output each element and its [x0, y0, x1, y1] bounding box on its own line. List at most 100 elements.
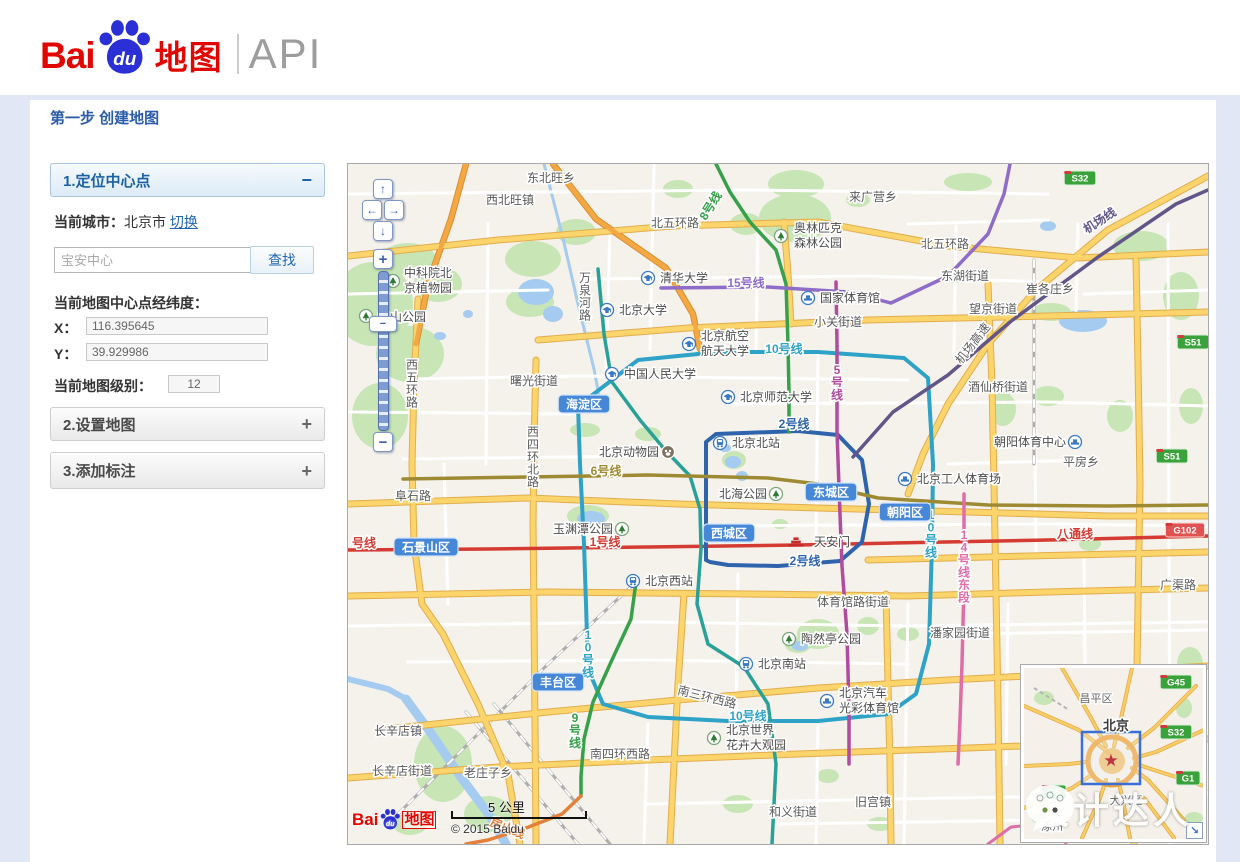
svg-text:和义街道: 和义街道 [769, 805, 817, 819]
svg-text:东北旺乡: 东北旺乡 [527, 171, 575, 185]
maplogo-ditu-text: 地图 [402, 811, 436, 829]
svg-text:天安门: 天安门 [814, 534, 850, 549]
svg-text:东城区: 东城区 [813, 485, 849, 500]
baidu-paw-icon: du [95, 18, 153, 80]
page-title: 第一步 创建地图 [50, 107, 159, 128]
svg-text:中科院北: 中科院北 [404, 265, 452, 280]
svg-text:南四环西路: 南四环西路 [590, 746, 650, 761]
svg-text:10号线: 10号线 [765, 341, 802, 356]
svg-text:涿州: 涿州 [1041, 820, 1063, 833]
highway-shield: G5 [1042, 785, 1066, 799]
svg-text:G5: G5 [1048, 788, 1061, 799]
current-city-row: 当前城市：北京市 切换 [54, 212, 198, 232]
svg-text:长辛店街道: 长辛店街道 [372, 764, 432, 778]
svg-text:6号线: 6号线 [591, 463, 622, 478]
find-button[interactable]: 查找 [250, 246, 314, 274]
svg-text:北京南站: 北京南站 [758, 656, 806, 671]
map-level-input[interactable] [168, 375, 220, 393]
svg-text:10号线: 10号线 [729, 708, 766, 723]
switch-city-link[interactable]: 切换 [170, 214, 198, 230]
poi-zoo: 北京动物园 [599, 445, 675, 459]
district-badge: 西城区 [703, 524, 755, 542]
svg-text:北京汽车: 北京汽车 [839, 685, 887, 700]
svg-text:朝阳区: 朝阳区 [887, 505, 923, 520]
svg-text:东湖街道: 东湖街道 [941, 268, 989, 283]
svg-text:中国人民大学: 中国人民大学 [624, 366, 696, 381]
svg-text:森林公园: 森林公园 [794, 235, 842, 250]
expand-plus-icon[interactable]: + [301, 462, 312, 480]
panel2-title: 2.设置地图 [63, 414, 136, 435]
svg-text:清华大学: 清华大学 [660, 270, 708, 285]
svg-text:北京动物园: 北京动物园 [599, 445, 659, 459]
svg-text:陶然亭公园: 陶然亭公园 [801, 631, 861, 646]
svg-text:北京师范大学: 北京师范大学 [740, 389, 812, 404]
district-badge: 东城区 [805, 483, 857, 501]
svg-text:S32: S32 [1168, 728, 1185, 739]
svg-text:玉渊潭公园: 玉渊潭公园 [553, 522, 613, 536]
svg-text:广渠路: 广渠路 [1160, 577, 1196, 592]
panel-set-map-header[interactable]: 2.设置地图 + [50, 407, 325, 441]
district-badge: 海淀区 [558, 395, 610, 413]
svg-text:北京世界: 北京世界 [726, 723, 774, 737]
pan-down-button[interactable]: ↓ [373, 221, 393, 241]
svg-text:旧宫镇: 旧宫镇 [855, 794, 891, 809]
svg-text:北京航空: 北京航空 [701, 328, 749, 343]
panel-locate-center-header[interactable]: 1.定位中心点 − [50, 163, 325, 197]
svg-text:北海公园: 北海公园 [719, 486, 767, 501]
svg-text:光彩体育馆: 光彩体育馆 [839, 700, 899, 715]
poi-tree: 北海公园 [719, 486, 783, 501]
maplogo-paw-icon: du [379, 808, 401, 832]
panel-add-marker-header[interactable]: 3.添加标注 + [50, 452, 325, 489]
svg-text:京植物园: 京植物园 [404, 280, 452, 295]
svg-text:du: du [386, 820, 395, 828]
y-input[interactable] [86, 343, 268, 361]
svg-text:2号线: 2号线 [790, 553, 821, 568]
svg-text:15号线: 15号线 [727, 275, 764, 290]
svg-text:大兴区: 大兴区 [1110, 793, 1143, 807]
svg-text:小关街道: 小关街道 [814, 315, 862, 329]
highway-shield: S32 [1160, 725, 1192, 739]
svg-text:北京西站: 北京西站 [645, 574, 693, 588]
svg-text:体育馆路街道: 体育馆路街道 [817, 594, 889, 609]
svg-text:S32: S32 [1072, 174, 1089, 185]
current-city-value: 北京市 [124, 214, 166, 230]
svg-text:潘家园街道: 潘家园街道 [930, 625, 990, 640]
zoom-in-button[interactable]: + [373, 249, 393, 269]
minimap-collapse-button[interactable]: ↘ [1186, 822, 1203, 839]
svg-text:朝阳体育中心: 朝阳体育中心 [994, 434, 1066, 449]
poi-train: 北京北站 [714, 436, 781, 450]
map-canvas[interactable]: 北五环路北五环路阜石路广渠路南三环西路南四环西路西五环路西四环北路万泉河路机场高… [347, 163, 1209, 845]
logo-api-text: API [249, 34, 323, 74]
poi-univ: 清华大学 [642, 270, 709, 285]
logo-bai-text: Bai [40, 37, 95, 74]
svg-text:G1: G1 [1182, 774, 1195, 785]
baidu-map-logo: Bai du 地图 API [40, 18, 322, 74]
panel3-title: 3.添加标注 [63, 460, 136, 481]
svg-text:海淀区: 海淀区 [566, 397, 602, 412]
svg-text:★: ★ [1103, 751, 1118, 770]
svg-text:丰台区: 丰台区 [540, 675, 576, 690]
overview-minimap[interactable]: ★北京昌平区大兴区涿州G45S32G1G5 ↘ [1020, 664, 1207, 843]
maplogo-bai-text: Bai [352, 810, 378, 830]
expand-plus-icon[interactable]: + [301, 415, 312, 433]
svg-text:北京工人体育场: 北京工人体育场 [917, 471, 1001, 486]
zoom-slider-handle[interactable]: − [369, 316, 397, 332]
x-input[interactable] [86, 317, 268, 335]
zoom-slider-track[interactable] [378, 271, 389, 431]
svg-text:长辛店镇: 长辛店镇 [374, 724, 422, 738]
pan-up-button[interactable]: ↑ [373, 179, 393, 199]
collapse-minus-icon[interactable]: − [301, 171, 312, 189]
svg-text:北五环路: 北五环路 [651, 215, 699, 230]
poi-univ: 北京大学 [601, 302, 668, 317]
zoom-out-button[interactable]: − [373, 432, 393, 452]
logo-divider [237, 34, 239, 74]
district-badge: 石景山区 [394, 538, 458, 556]
svg-text:崔各庄乡: 崔各庄乡 [1026, 281, 1074, 296]
search-input[interactable] [54, 247, 252, 273]
svg-text:1号线: 1号线 [590, 534, 621, 549]
pan-right-button[interactable]: → [384, 200, 404, 220]
poi-train: 北京西站 [627, 574, 694, 588]
svg-text:奥林匹克: 奥林匹克 [794, 221, 842, 235]
svg-text:西五环路: 西五环路 [406, 358, 418, 410]
pan-left-button[interactable]: ← [362, 200, 382, 220]
